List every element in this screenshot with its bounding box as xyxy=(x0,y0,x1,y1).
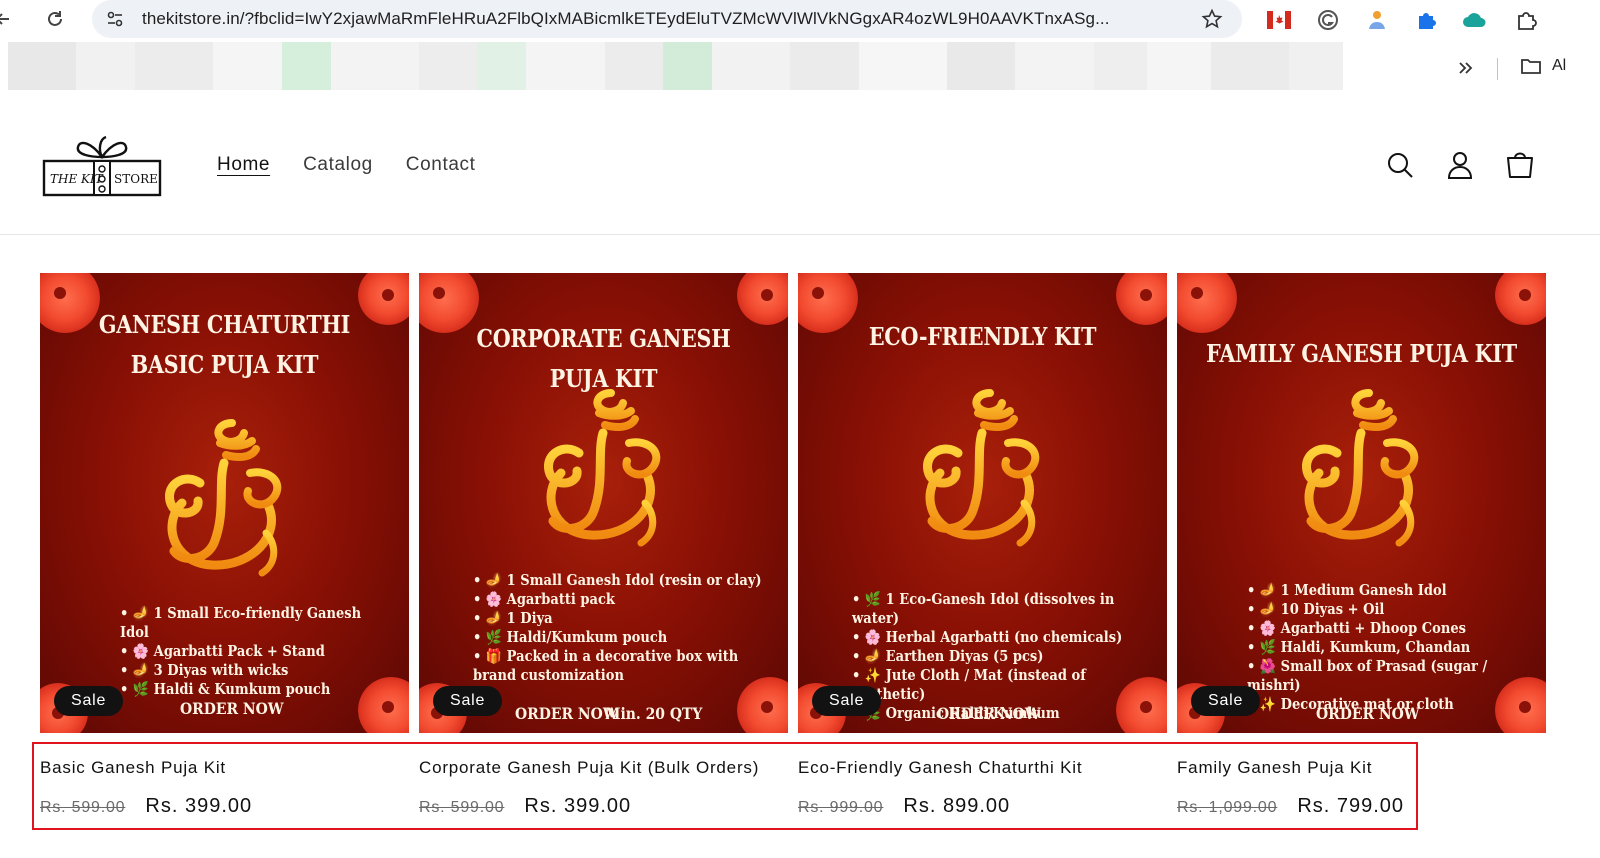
product-name[interactable]: Family Ganesh Puja Kit xyxy=(1177,758,1546,778)
extensions-icon[interactable] xyxy=(1513,7,1539,33)
sale-badge: Sale xyxy=(433,686,503,716)
product-card[interactable]: FAMILY GANESH PUJA KIT 🪔 1 Medium Ganesh… xyxy=(1177,273,1546,818)
all-bookmarks-folder[interactable]: Al xyxy=(1520,57,1566,75)
product-image[interactable]: ECO-FRIENDLY KIT 🌿 1 Eco-Ganesh Idol (di… xyxy=(798,273,1167,733)
image-bullet: 🪔 1 Small Ganesh Idol (resin or clay) xyxy=(473,571,770,590)
image-order-now-text: ORDER NOW xyxy=(1316,704,1420,723)
image-bullet: 🪔 1 Medium Ganesh Idol xyxy=(1247,581,1535,600)
product-card[interactable]: GANESH CHATURTHI BASIC PUJA KIT 🪔 1 Smal… xyxy=(40,273,409,818)
image-bullet: ✨ Jute Cloth / Mat (instead of synthetic… xyxy=(852,666,1158,704)
image-bullet-list: 🪔 1 Medium Ganesh Idol 🪔 10 Diyas + Oil … xyxy=(1247,581,1535,714)
extension-puzzle-icon[interactable] xyxy=(1413,7,1439,33)
main-nav: Home Catalog Contact xyxy=(217,154,475,176)
product-name[interactable]: Corporate Ganesh Puja Kit (Bulk Orders) xyxy=(419,758,788,778)
compare-at-price: Rs. 599.00 xyxy=(40,799,126,816)
bookmark-star-icon[interactable] xyxy=(1200,7,1224,31)
sale-badge: Sale xyxy=(812,686,882,716)
image-bullet: 🪔 1 Diya xyxy=(473,609,770,628)
sale-price: Rs. 799.00 xyxy=(1297,795,1405,817)
image-bullet: 🌿 Haldi, Kumkum, Chandan xyxy=(1247,638,1535,657)
sale-price: Rs. 399.00 xyxy=(524,795,632,817)
image-bullet: 🪔 10 Diyas + Oil xyxy=(1247,600,1535,619)
product-card[interactable]: CORPORATE GANESH PUJA KIT 🪔 1 Small Gane… xyxy=(419,273,788,818)
image-bullet: 🌸 Agarbatti pack xyxy=(473,590,770,609)
hibiscus-decoration xyxy=(1495,273,1546,325)
reload-icon[interactable] xyxy=(42,6,68,32)
sale-badge: Sale xyxy=(1191,686,1261,716)
product-name[interactable]: Basic Ganesh Puja Kit xyxy=(40,758,409,778)
product-name[interactable]: Eco-Friendly Ganesh Chaturthi Kit xyxy=(798,758,1167,778)
image-order-now-text: ORDER NOW xyxy=(180,699,284,718)
person-extension-icon[interactable] xyxy=(1364,7,1390,33)
compare-at-price: Rs. 599.00 xyxy=(419,799,505,816)
image-bullet: 🌸 Herbal Agarbatti (no chemicals) xyxy=(852,628,1158,647)
folder-icon xyxy=(1521,59,1541,74)
nav-catalog-link[interactable]: Catalog xyxy=(303,154,373,176)
store-header: THE KIT STORE Home Catalog Contact xyxy=(0,97,1600,235)
ganesha-om-icon xyxy=(543,389,660,547)
price-row: Rs. 999.00 Rs. 899.00 xyxy=(798,795,1167,818)
product-image[interactable]: FAMILY GANESH PUJA KIT 🪔 1 Medium Ganesh… xyxy=(1177,273,1546,733)
hibiscus-decoration xyxy=(737,273,788,325)
compare-at-price: Rs. 999.00 xyxy=(798,799,884,816)
image-bullet: 🪔 1 Small Eco-friendly Ganesh Idol xyxy=(120,604,380,642)
compare-at-price: Rs. 1,099.00 xyxy=(1177,799,1278,816)
grammarly-icon[interactable] xyxy=(1315,7,1341,33)
image-min-qty-text: Min. 20 QTY xyxy=(605,704,703,723)
address-bar[interactable]: thekitstore.in/?fbclid=IwY2xjawMaRmFleHR… xyxy=(92,0,1242,38)
image-bullet-list: 🪔 1 Small Eco-friendly Ganesh Idol 🌸 Aga… xyxy=(120,604,380,699)
nav-contact-link[interactable]: Contact xyxy=(406,154,476,176)
price-row: Rs. 599.00 Rs. 399.00 xyxy=(40,795,409,818)
bookmarks-overflow-icon[interactable] xyxy=(1456,58,1476,78)
svg-text:STORE: STORE xyxy=(114,172,158,186)
image-bullet: 🪔 3 Diyas with wicks xyxy=(120,661,380,680)
url-text[interactable]: thekitstore.in/?fbclid=IwY2xjawMaRmFleHR… xyxy=(142,9,1182,29)
hibiscus-decoration xyxy=(737,677,788,733)
image-bullet: 🌿 1 Eco-Ganesh Idol (dissolves in water) xyxy=(852,590,1158,628)
cart-icon[interactable] xyxy=(1504,149,1536,181)
nav-home-link[interactable]: Home xyxy=(217,154,270,176)
price-row: Rs. 1,099.00 Rs. 799.00 xyxy=(1177,795,1546,818)
image-order-now-text: ORDER NOW xyxy=(937,704,1041,723)
product-image[interactable]: CORPORATE GANESH PUJA KIT 🪔 1 Small Gane… xyxy=(419,273,788,733)
blurred-bookmarks xyxy=(8,42,1344,90)
sale-price: Rs. 399.00 xyxy=(145,795,253,817)
sale-price: Rs. 899.00 xyxy=(903,795,1011,817)
image-bullet: 🌸 Agarbatti + Dhoop Cones xyxy=(1247,619,1535,638)
search-icon[interactable] xyxy=(1384,149,1416,181)
product-image[interactable]: GANESH CHATURTHI BASIC PUJA KIT 🪔 1 Smal… xyxy=(40,273,409,733)
cloud-extension-icon[interactable] xyxy=(1462,7,1488,33)
back-arrow-icon[interactable] xyxy=(0,6,16,32)
hibiscus-decoration xyxy=(1177,273,1237,333)
image-bullet: 🌸 Agarbatti Pack + Stand xyxy=(120,642,380,661)
image-bullet: 🌿 Haldi/Kumkum pouch xyxy=(473,628,770,647)
image-bullet: 🎁 Packed in a decorative box with brand … xyxy=(473,647,770,685)
account-icon[interactable] xyxy=(1444,149,1476,181)
store-logo[interactable]: THE KIT STORE xyxy=(40,133,164,199)
ganesha-om-icon xyxy=(1301,389,1418,547)
image-order-now-text: ORDER NOW xyxy=(515,704,619,723)
bookmarks-bar: Al xyxy=(0,40,1600,96)
svg-text:THE KIT: THE KIT xyxy=(50,172,104,186)
ganesha-om-icon xyxy=(164,419,281,577)
canada-flag-icon[interactable] xyxy=(1266,7,1292,33)
product-card[interactable]: ECO-FRIENDLY KIT 🌿 1 Eco-Ganesh Idol (di… xyxy=(798,273,1167,818)
browser-toolbar: thekitstore.in/?fbclid=IwY2xjawMaRmFleHR… xyxy=(0,0,1600,40)
bookmarks-folder-label: Al xyxy=(1552,57,1567,74)
image-bullet: 🌿 Haldi & Kumkum pouch xyxy=(120,680,380,699)
image-title: GANESH CHATURTHI xyxy=(98,310,351,339)
image-title: BASIC PUJA KIT xyxy=(130,350,319,379)
image-bullet-list: 🪔 1 Small Ganesh Idol (resin or clay) 🌸 … xyxy=(473,571,770,685)
ganesha-om-icon xyxy=(922,389,1039,547)
image-title: ECO-FRIENDLY KIT xyxy=(868,322,1097,351)
price-row: Rs. 599.00 Rs. 399.00 xyxy=(419,795,788,818)
image-bullet: 🪔 Earthen Diyas (5 pcs) xyxy=(852,647,1158,666)
image-bullet: 🌺 Small box of Prasad (sugar / mishri) xyxy=(1247,657,1535,695)
site-info-icon[interactable] xyxy=(104,8,126,30)
bookmarks-separator xyxy=(1497,58,1498,80)
sale-badge: Sale xyxy=(54,686,124,716)
image-title: FAMILY GANESH PUJA KIT xyxy=(1206,339,1517,368)
